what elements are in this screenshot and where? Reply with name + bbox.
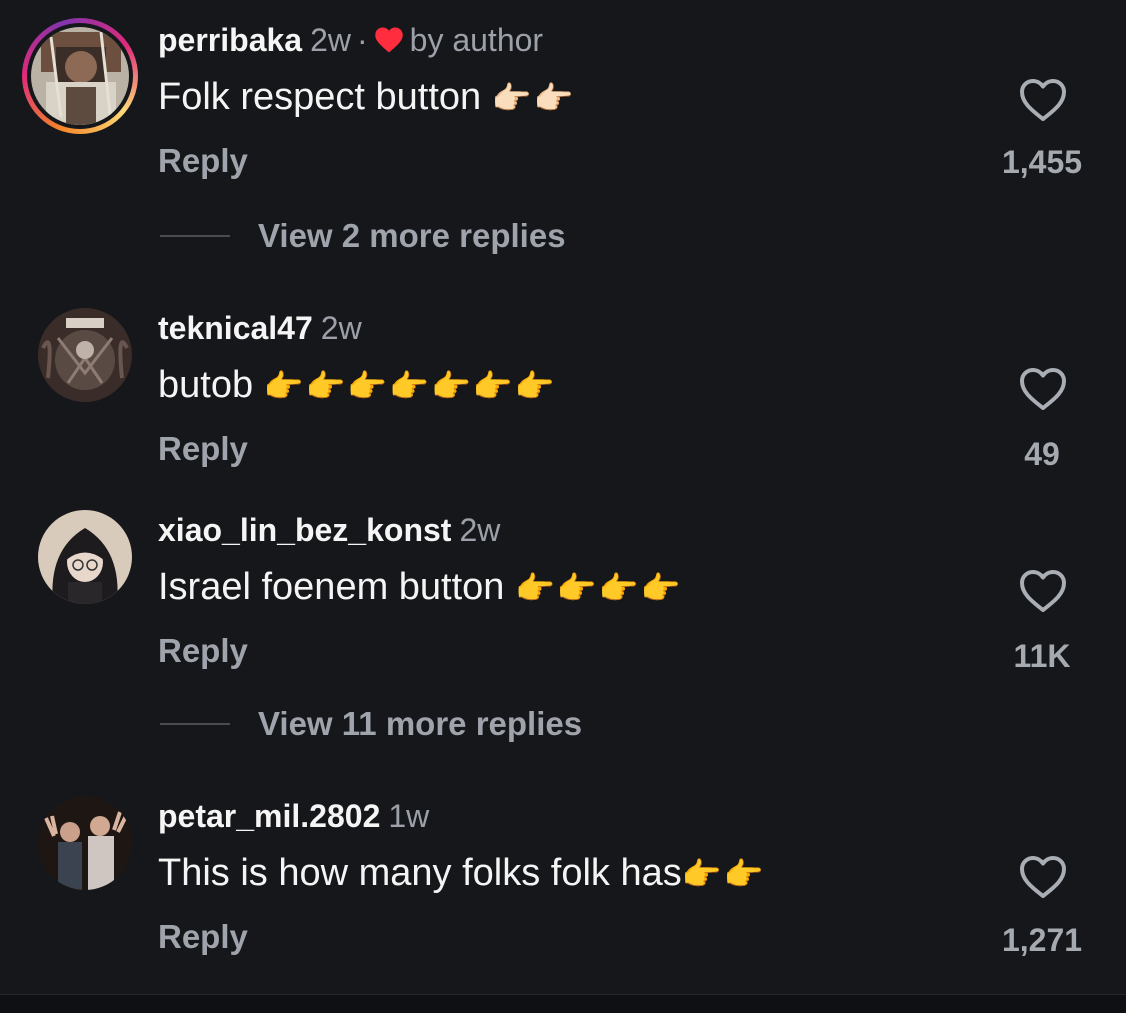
reply-button[interactable]: Reply	[158, 430, 248, 468]
comment-header: perribaka 2w · by author	[158, 20, 543, 63]
comment-text: Israel foenem button 👉👉👉👉	[158, 564, 682, 611]
like-count: 49	[1024, 436, 1060, 472]
comment-text: Folk respect button 👉🏻👉🏻	[158, 74, 575, 121]
heart-filled-icon	[374, 23, 404, 63]
view-more-replies[interactable]: View 2 more replies	[160, 216, 566, 256]
avatar[interactable]	[38, 510, 132, 604]
separator-dot: ·	[356, 22, 368, 58]
comment-body: Israel foenem button	[158, 566, 515, 608]
comment-header: petar_mil.2802 1w	[158, 796, 429, 836]
pointing-hand-emoji: 👉👉👉👉👉👉👉	[263, 368, 557, 404]
reply-button[interactable]: Reply	[158, 632, 248, 670]
timestamp: 2w	[459, 512, 501, 548]
bottom-edge	[0, 994, 1126, 1013]
like-button[interactable]	[1018, 366, 1068, 412]
username[interactable]: teknical47	[158, 310, 313, 346]
like-button[interactable]	[1018, 854, 1068, 900]
liked-by-author: by author	[409, 22, 544, 58]
avatar-image	[38, 308, 132, 402]
comment-text: This is how many folks folk has👉👉	[158, 850, 765, 897]
avatar[interactable]	[38, 796, 132, 890]
timestamp: 2w	[320, 310, 362, 346]
comment-header: teknical47 2w	[158, 308, 362, 348]
thread-line	[160, 235, 230, 237]
heart-outline-icon	[1020, 570, 1066, 612]
avatar-image	[31, 27, 129, 125]
pointing-hand-emoji: 👉👉👉👉	[515, 570, 683, 606]
view-more-replies-label: View 11 more replies	[258, 705, 583, 742]
like-button[interactable]	[1018, 568, 1068, 614]
username[interactable]: perribaka	[158, 22, 302, 58]
like-count: 1,271	[1001, 922, 1083, 958]
comment-body: Folk respect button	[158, 76, 492, 118]
view-more-replies-label: View 2 more replies	[258, 217, 566, 254]
avatar	[31, 27, 129, 125]
pointing-hand-emoji: 👉🏻👉🏻	[491, 80, 576, 116]
heart-outline-icon	[1020, 368, 1066, 410]
like-button[interactable]	[1018, 77, 1068, 123]
comment-text: butob 👉👉👉👉👉👉👉	[158, 362, 557, 409]
comment-body: This is how many folks folk has	[158, 852, 682, 894]
comment-body: butob	[158, 364, 264, 406]
username[interactable]: petar_mil.2802	[158, 798, 380, 834]
timestamp: 2w	[310, 22, 351, 58]
avatar-image	[38, 510, 132, 604]
heart-outline-icon	[1020, 79, 1066, 121]
timestamp: 1w	[388, 798, 430, 834]
avatar-story-ring[interactable]	[22, 18, 138, 134]
thread-line	[160, 723, 230, 725]
pointing-hand-emoji: 👉👉	[681, 856, 766, 892]
comment-header: xiao_lin_bez_konst 2w	[158, 510, 500, 550]
like-count: 1,455	[1001, 144, 1083, 180]
avatar-ring-inner	[27, 23, 133, 129]
avatar[interactable]	[38, 308, 132, 402]
heart-outline-icon	[1020, 856, 1066, 898]
reply-button[interactable]: Reply	[158, 918, 248, 956]
view-more-replies[interactable]: View 11 more replies	[160, 704, 582, 744]
reply-button[interactable]: Reply	[158, 142, 248, 180]
username[interactable]: xiao_lin_bez_konst	[158, 512, 451, 548]
avatar-image	[38, 796, 132, 890]
like-count: 11K	[1013, 638, 1071, 674]
